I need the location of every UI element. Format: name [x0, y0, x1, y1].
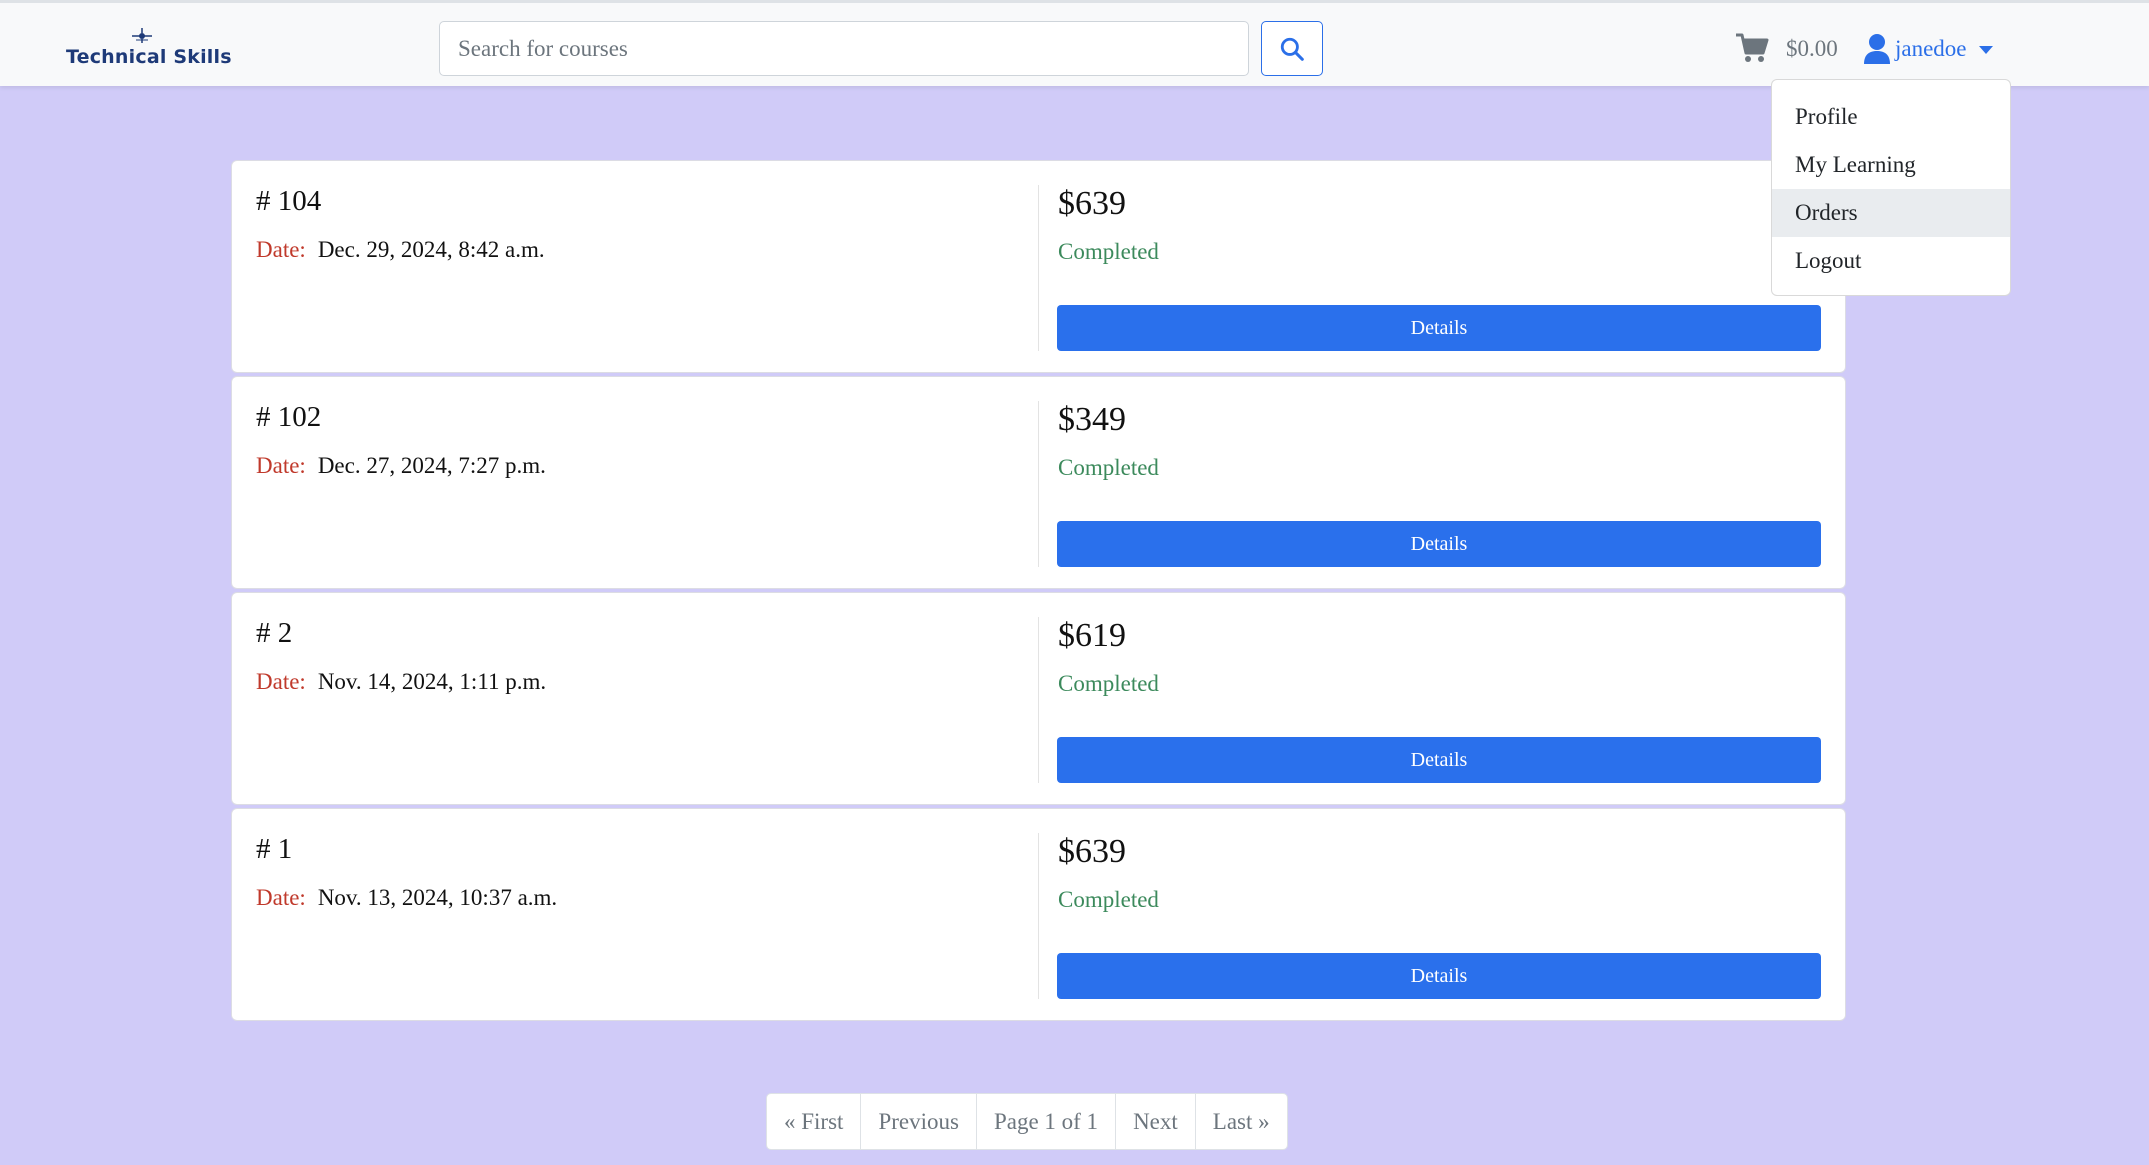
order-card: # 104 Date: Dec. 29, 2024, 8:42 a.m. $639… [231, 160, 1846, 373]
order-status: Completed [1058, 671, 1159, 696]
search-button[interactable] [1261, 21, 1323, 76]
page-previous-link[interactable]: Previous [860, 1094, 976, 1149]
date-label: Date: [256, 237, 306, 262]
brand-logo[interactable]: Technical Skills [66, 27, 232, 68]
divider [1038, 617, 1039, 783]
order-price: $619 [1058, 617, 1126, 654]
page-current-indicator: Page 1 of 1 [975, 1094, 1115, 1149]
caret-down-icon [1978, 46, 1993, 54]
details-button[interactable]: Details [1057, 305, 1821, 351]
order-date: Date: Dec. 29, 2024, 8:42 a.m. [256, 237, 545, 263]
cart-icon[interactable] [1734, 30, 1770, 66]
menu-item-profile[interactable]: Profile [1772, 93, 2010, 141]
drone-logo-icon [132, 28, 152, 43]
order-date: Date: Dec. 27, 2024, 7:27 p.m. [256, 453, 546, 479]
details-button[interactable]: Details [1057, 953, 1821, 999]
date-label: Date: [256, 453, 306, 478]
user-name: janedoe [1895, 36, 1967, 61]
details-button[interactable]: Details [1057, 521, 1821, 567]
order-id: # 1 [256, 833, 293, 865]
brand-name: Technical Skills [66, 46, 232, 68]
details-button[interactable]: Details [1057, 737, 1821, 783]
search-input[interactable] [439, 21, 1249, 76]
order-price: $349 [1058, 401, 1126, 438]
page-next-link[interactable]: Next [1115, 1094, 1195, 1149]
menu-item-my-learning[interactable]: My Learning [1772, 141, 2010, 189]
order-status: Completed [1058, 887, 1159, 912]
order-card: # 102 Date: Dec. 27, 2024, 7:27 p.m. $349… [231, 376, 1846, 589]
divider [1038, 185, 1039, 351]
date-value: Nov. 14, 2024, 1:11 p.m. [317, 669, 547, 694]
orders-list: # 104 Date: Dec. 29, 2024, 8:42 a.m. $639… [231, 160, 1846, 1024]
order-price: $639 [1058, 185, 1126, 222]
order-card: # 1 Date: Nov. 13, 2024, 10:37 a.m. $639 … [231, 808, 1846, 1021]
order-id: # 102 [256, 401, 322, 433]
navbar: Technical Skills $0.00 janedoe [0, 0, 2149, 86]
menu-item-logout[interactable]: Logout [1772, 237, 2010, 285]
date-value: Dec. 29, 2024, 8:42 a.m. [317, 237, 545, 262]
order-date: Date: Nov. 13, 2024, 10:37 a.m. [256, 885, 557, 911]
page-first-link[interactable]: « First [767, 1094, 860, 1149]
user-icon [1864, 34, 1890, 64]
menu-item-orders[interactable]: Orders [1772, 189, 2010, 237]
divider [1038, 401, 1039, 567]
date-value: Dec. 27, 2024, 7:27 p.m. [317, 453, 546, 478]
order-status: Completed [1058, 455, 1159, 480]
order-id: # 104 [256, 185, 322, 217]
user-dropdown-menu: Profile My Learning Orders Logout [1771, 79, 2011, 296]
date-label: Date: [256, 885, 306, 910]
pagination: « First Previous Page 1 of 1 Next Last » [766, 1093, 1288, 1150]
order-card: # 2 Date: Nov. 14, 2024, 1:11 p.m. $619 C… [231, 592, 1846, 805]
search-icon [1280, 37, 1304, 61]
user-menu-toggle[interactable]: janedoe [1863, 31, 1993, 67]
divider [1038, 833, 1039, 999]
cart-total[interactable]: $0.00 [1786, 33, 1838, 65]
order-status: Completed [1058, 239, 1159, 264]
page-last-link[interactable]: Last » [1194, 1094, 1287, 1149]
order-price: $639 [1058, 833, 1126, 870]
order-date: Date: Nov. 14, 2024, 1:11 p.m. [256, 669, 546, 695]
date-label: Date: [256, 669, 306, 694]
date-value: Nov. 13, 2024, 10:37 a.m. [317, 885, 558, 910]
order-id: # 2 [256, 617, 293, 649]
